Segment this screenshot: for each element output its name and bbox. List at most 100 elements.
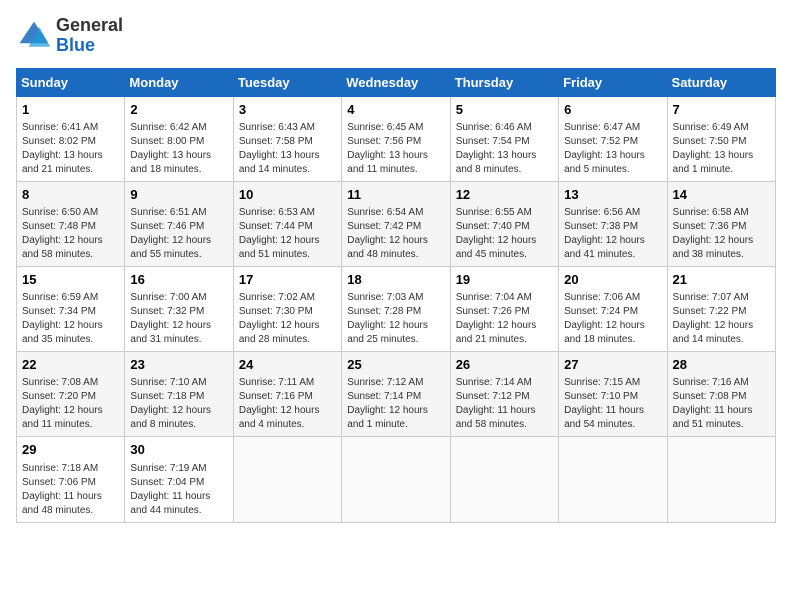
day-number: 6 xyxy=(564,101,661,119)
day-info: Sunrise: 6:54 AMSunset: 7:42 PMDaylight:… xyxy=(347,206,444,262)
day-number: 7 xyxy=(673,101,770,119)
header-saturday: Saturday xyxy=(667,68,775,96)
day-info: Sunrise: 7:04 AMSunset: 7:26 PMDaylight:… xyxy=(456,291,553,347)
calendar-cell: 21Sunrise: 7:07 AMSunset: 7:22 PMDayligh… xyxy=(667,266,775,351)
calendar-cell: 7 Sunrise: 6:49 AMSunset: 7:50 PMDaylight… xyxy=(667,96,775,181)
day-number: 27 xyxy=(564,356,661,374)
day-number: 15 xyxy=(22,271,119,289)
calendar-cell: 22 Sunrise: 7:08 AMSunset: 7:20 PMDayligh… xyxy=(17,352,125,437)
calendar-cell: 26 Sunrise: 7:14 AMSunset: 7:12 PMDayligh… xyxy=(450,352,558,437)
day-number: 24 xyxy=(239,356,336,374)
calendar-cell: 12 Sunrise: 6:55 AMSunset: 7:40 PMDayligh… xyxy=(450,181,558,266)
day-info: Sunrise: 7:12 AMSunset: 7:14 PMDaylight:… xyxy=(347,376,444,432)
day-number: 21 xyxy=(673,271,770,289)
day-info: Sunrise: 6:53 AMSunset: 7:44 PMDaylight:… xyxy=(239,206,336,262)
day-info: Sunrise: 6:46 AMSunset: 7:54 PMDaylight:… xyxy=(456,121,553,177)
day-info: Sunrise: 6:59 AMSunset: 7:34 PMDaylight:… xyxy=(22,291,119,347)
day-info: Sunrise: 7:10 AMSunset: 7:18 PMDaylight:… xyxy=(130,376,227,432)
day-info: Sunrise: 6:51 AMSunset: 7:46 PMDaylight:… xyxy=(130,206,227,262)
day-info: Sunrise: 7:11 AMSunset: 7:16 PMDaylight:… xyxy=(239,376,336,432)
logo-blue: Blue xyxy=(56,35,95,55)
calendar-cell: 16 Sunrise: 7:00 AMSunset: 7:32 PMDayligh… xyxy=(125,266,233,351)
day-number: 20 xyxy=(564,271,661,289)
calendar-cell: 8 Sunrise: 6:50 AMSunset: 7:48 PMDaylight… xyxy=(17,181,125,266)
day-number: 22 xyxy=(22,356,119,374)
calendar-cell: 1Sunrise: 6:41 AMSunset: 8:02 PMDaylight… xyxy=(17,96,125,181)
page-header: General Blue xyxy=(16,16,776,56)
day-number: 23 xyxy=(130,356,227,374)
header-friday: Friday xyxy=(559,68,667,96)
day-info: Sunrise: 7:19 AMSunset: 7:04 PMDaylight:… xyxy=(130,462,227,518)
day-info: Sunrise: 6:58 AMSunset: 7:36 PMDaylight:… xyxy=(673,206,770,262)
day-number: 18 xyxy=(347,271,444,289)
logo: General Blue xyxy=(16,16,123,56)
day-info: Sunrise: 6:55 AMSunset: 7:40 PMDaylight:… xyxy=(456,206,553,262)
header-monday: Monday xyxy=(125,68,233,96)
day-number: 1 xyxy=(22,101,119,119)
calendar-week-1: 1Sunrise: 6:41 AMSunset: 8:02 PMDaylight… xyxy=(17,96,776,181)
day-info: Sunrise: 7:06 AMSunset: 7:24 PMDaylight:… xyxy=(564,291,661,347)
calendar-cell: 17Sunrise: 7:02 AMSunset: 7:30 PMDayligh… xyxy=(233,266,341,351)
day-info: Sunrise: 7:14 AMSunset: 7:12 PMDaylight:… xyxy=(456,376,553,432)
logo-general: General xyxy=(56,15,123,35)
day-info: Sunrise: 7:08 AMSunset: 7:20 PMDaylight:… xyxy=(22,376,119,432)
calendar-cell: 10 Sunrise: 6:53 AMSunset: 7:44 PMDayligh… xyxy=(233,181,341,266)
calendar-cell: 14 Sunrise: 6:58 AMSunset: 7:36 PMDayligh… xyxy=(667,181,775,266)
day-number: 12 xyxy=(456,186,553,204)
day-number: 9 xyxy=(130,186,227,204)
day-number: 19 xyxy=(456,271,553,289)
day-number: 29 xyxy=(22,441,119,459)
day-info: Sunrise: 7:18 AMSunset: 7:06 PMDaylight:… xyxy=(22,462,119,518)
day-info: Sunrise: 6:47 AMSunset: 7:52 PMDaylight:… xyxy=(564,121,661,177)
day-number: 28 xyxy=(673,356,770,374)
header-tuesday: Tuesday xyxy=(233,68,341,96)
day-number: 3 xyxy=(239,101,336,119)
calendar-cell: 23 Sunrise: 7:10 AMSunset: 7:18 PMDayligh… xyxy=(125,352,233,437)
calendar-cell: 19 Sunrise: 7:04 AMSunset: 7:26 PMDayligh… xyxy=(450,266,558,351)
calendar-cell: 20 Sunrise: 7:06 AMSunset: 7:24 PMDayligh… xyxy=(559,266,667,351)
day-info: Sunrise: 7:02 AMSunset: 7:30 PMDaylight:… xyxy=(239,291,336,347)
day-info: Sunrise: 6:50 AMSunset: 7:48 PMDaylight:… xyxy=(22,206,119,262)
logo-icon xyxy=(16,18,52,54)
calendar-cell: 3 Sunrise: 6:43 AMSunset: 7:58 PMDaylight… xyxy=(233,96,341,181)
day-info: Sunrise: 7:03 AMSunset: 7:28 PMDaylight:… xyxy=(347,291,444,347)
day-number: 30 xyxy=(130,441,227,459)
calendar-cell: 30 Sunrise: 7:19 AMSunset: 7:04 PMDayligh… xyxy=(125,437,233,522)
calendar-cell xyxy=(559,437,667,522)
calendar-cell: 2 Sunrise: 6:42 AMSunset: 8:00 PMDaylight… xyxy=(125,96,233,181)
calendar-week-3: 15 Sunrise: 6:59 AMSunset: 7:34 PMDayligh… xyxy=(17,266,776,351)
day-info: Sunrise: 7:00 AMSunset: 7:32 PMDaylight:… xyxy=(130,291,227,347)
calendar-cell: 18 Sunrise: 7:03 AMSunset: 7:28 PMDayligh… xyxy=(342,266,450,351)
calendar-header-row: SundayMondayTuesdayWednesdayThursdayFrid… xyxy=(17,68,776,96)
day-number: 16 xyxy=(130,271,227,289)
calendar-cell: 4 Sunrise: 6:45 AMSunset: 7:56 PMDaylight… xyxy=(342,96,450,181)
calendar-cell: 9 Sunrise: 6:51 AMSunset: 7:46 PMDaylight… xyxy=(125,181,233,266)
calendar-cell xyxy=(342,437,450,522)
day-info: Sunrise: 6:49 AMSunset: 7:50 PMDaylight:… xyxy=(673,121,770,177)
calendar-cell xyxy=(667,437,775,522)
day-number: 10 xyxy=(239,186,336,204)
calendar-cell xyxy=(450,437,558,522)
day-info: Sunrise: 7:15 AMSunset: 7:10 PMDaylight:… xyxy=(564,376,661,432)
day-number: 13 xyxy=(564,186,661,204)
calendar-week-4: 22 Sunrise: 7:08 AMSunset: 7:20 PMDayligh… xyxy=(17,352,776,437)
day-info: Sunrise: 6:56 AMSunset: 7:38 PMDaylight:… xyxy=(564,206,661,262)
day-number: 2 xyxy=(130,101,227,119)
calendar-cell: 13 Sunrise: 6:56 AMSunset: 7:38 PMDayligh… xyxy=(559,181,667,266)
calendar-cell: 11Sunrise: 6:54 AMSunset: 7:42 PMDayligh… xyxy=(342,181,450,266)
day-info: Sunrise: 6:43 AMSunset: 7:58 PMDaylight:… xyxy=(239,121,336,177)
calendar-week-5: 29 Sunrise: 7:18 AMSunset: 7:06 PMDayligh… xyxy=(17,437,776,522)
day-number: 26 xyxy=(456,356,553,374)
day-number: 25 xyxy=(347,356,444,374)
calendar-cell: 28Sunrise: 7:16 AMSunset: 7:08 PMDayligh… xyxy=(667,352,775,437)
calendar-cell: 29 Sunrise: 7:18 AMSunset: 7:06 PMDayligh… xyxy=(17,437,125,522)
calendar-cell xyxy=(233,437,341,522)
day-number: 14 xyxy=(673,186,770,204)
calendar-cell: 5Sunrise: 6:46 AMSunset: 7:54 PMDaylight… xyxy=(450,96,558,181)
day-number: 4 xyxy=(347,101,444,119)
calendar-week-2: 8 Sunrise: 6:50 AMSunset: 7:48 PMDaylight… xyxy=(17,181,776,266)
day-number: 8 xyxy=(22,186,119,204)
day-info: Sunrise: 6:45 AMSunset: 7:56 PMDaylight:… xyxy=(347,121,444,177)
header-thursday: Thursday xyxy=(450,68,558,96)
day-info: Sunrise: 6:42 AMSunset: 8:00 PMDaylight:… xyxy=(130,121,227,177)
